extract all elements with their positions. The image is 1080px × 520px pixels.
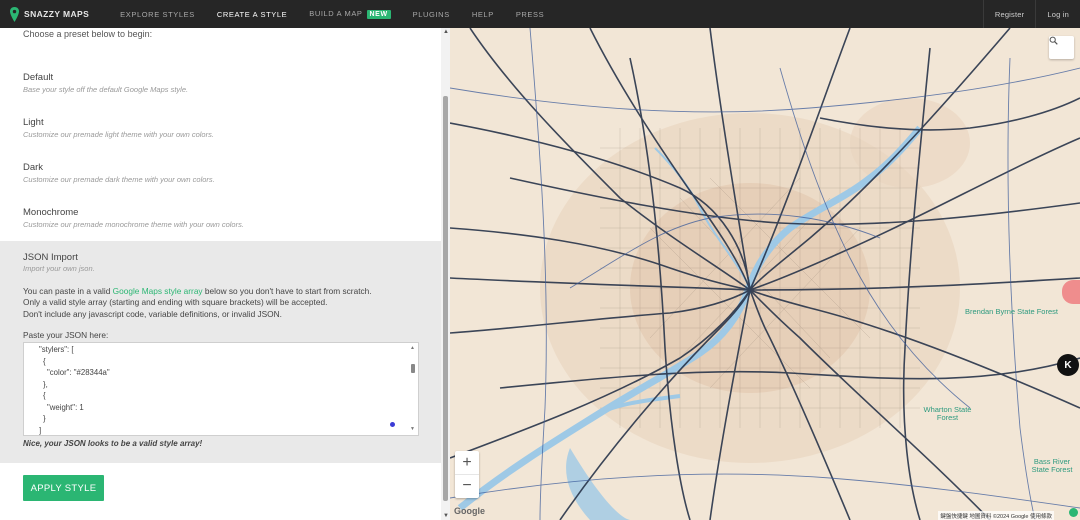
scroll-down-icon[interactable]: ▼ <box>443 513 449 519</box>
preset-light[interactable]: Light Customize our premade light theme … <box>23 117 214 139</box>
preset-dark[interactable]: Dark Customize our premade dark theme wi… <box>23 162 215 184</box>
new-badge: NEW <box>366 10 391 19</box>
json-import-title: JSON Import <box>23 252 78 263</box>
preset-title: Default <box>23 72 54 83</box>
park-label: Wharton State Forest <box>923 405 972 422</box>
json-line: } <box>43 414 46 423</box>
preset-title: Light <box>23 117 44 128</box>
instructions-text: Don't include any javascript code, varia… <box>23 308 282 319</box>
panel-scroll-thumb[interactable] <box>443 96 448 501</box>
zoom-in-button[interactable]: + <box>455 451 479 475</box>
park-label: Brendan Byrne State Forest <box>965 307 1058 316</box>
preset-desc: Customize our premade monochrome theme w… <box>23 220 244 229</box>
json-import-instructions: You can paste in a valid Google Maps sty… <box>23 286 433 320</box>
preset-intro: Choose a preset below to begin: <box>23 29 153 39</box>
json-valid-message: Nice, your JSON looks to be a valid styl… <box>23 439 203 448</box>
brand-name: SNAZZY MAPS <box>24 9 90 19</box>
zoom-controls: + − <box>455 451 479 498</box>
json-scrollbar[interactable]: ▲ ▼ <box>410 345 416 432</box>
apply-area: APPLY STYLE <box>0 463 441 520</box>
nav-build-a-map-label: BUILD A MAP <box>309 9 363 18</box>
preset-monochrome[interactable]: Monochrome Customize our premade monochr… <box>23 207 244 229</box>
google-logo: Google <box>454 506 485 516</box>
nav-explore-styles[interactable]: EXPLORE STYLES <box>120 10 195 19</box>
side-tab[interactable] <box>1062 280 1080 304</box>
scroll-up-icon[interactable]: ▲ <box>443 29 449 35</box>
paste-json-label: Paste your JSON here: <box>23 330 109 340</box>
map-search-button[interactable] <box>1049 36 1074 59</box>
style-array-link[interactable]: Google Maps style array <box>113 286 203 296</box>
json-line: "color": "#28344a" <box>47 368 110 377</box>
map-canvas[interactable] <box>450 28 1080 520</box>
nav-plugins[interactable]: PLUGINS <box>413 10 450 19</box>
apply-style-button[interactable]: APPLY STYLE <box>23 475 104 501</box>
style-panel: Choose a preset below to begin: Default … <box>0 28 450 520</box>
login-button[interactable]: Log in <box>1035 0 1080 28</box>
account-links: Register Log in <box>982 0 1080 28</box>
scroll-down-icon[interactable]: ▼ <box>410 426 415 432</box>
k-button[interactable]: K <box>1057 354 1079 376</box>
preset-desc: Customize our premade light theme with y… <box>23 130 214 139</box>
preset-default[interactable]: Default Base your style off the default … <box>23 72 188 94</box>
json-line: "stylers": [ <box>39 345 74 354</box>
zoom-out-button[interactable]: − <box>455 474 479 497</box>
panel-scrollbar[interactable]: ▲ ▼ <box>441 28 450 520</box>
json-line: { <box>43 356 46 366</box>
search-icon <box>1049 36 1058 45</box>
preset-desc: Customize our premade dark theme with yo… <box>23 175 215 184</box>
preset-desc: Base your style off the default Google M… <box>23 85 189 94</box>
map-preview[interactable]: Brendan Byrne State Forest Wharton State… <box>450 28 1080 520</box>
instructions-text: Only a valid style array (starting and e… <box>23 297 328 308</box>
scroll-up-icon[interactable]: ▲ <box>410 345 415 351</box>
instructions-text: You can paste in a valid <box>23 286 113 296</box>
nav-create-a-style[interactable]: CREATE A STYLE <box>217 10 287 19</box>
json-line: ] <box>39 425 42 435</box>
json-textarea[interactable]: "stylers": [ { "color": "#28344a" }, { "… <box>23 342 419 436</box>
attribution-icon[interactable] <box>1069 508 1078 517</box>
preset-title: Dark <box>23 162 44 173</box>
snazzy-maps-logo-icon <box>10 6 19 22</box>
nav-help[interactable]: HELP <box>472 10 494 19</box>
map-attribution[interactable]: 鍵盤快捷鍵 地圖資料 ©2024 Google 使用條款 <box>938 511 1054 520</box>
nav-press[interactable]: PRESS <box>516 10 544 19</box>
json-line: "weight": 1 <box>47 402 84 412</box>
cursor-indicator-icon <box>390 422 395 427</box>
instructions-text: below so you don't have to start from sc… <box>202 286 372 296</box>
brand[interactable]: SNAZZY MAPS <box>10 6 90 22</box>
park-label: Bass River State Forest <box>1031 457 1073 474</box>
json-import-desc: Import your own json. <box>23 264 95 273</box>
json-line: { <box>43 391 46 400</box>
register-button[interactable]: Register <box>982 0 1036 28</box>
json-line: }, <box>43 379 48 389</box>
json-import-section: JSON Import Import your own json. You ca… <box>0 241 441 463</box>
preset-title: Monochrome <box>23 207 79 218</box>
nav-build-a-map[interactable]: BUILD A MAP NEW <box>309 9 391 19</box>
top-nav: SNAZZY MAPS EXPLORE STYLES CREATE A STYL… <box>0 0 1080 28</box>
json-scroll-thumb[interactable] <box>411 364 415 373</box>
